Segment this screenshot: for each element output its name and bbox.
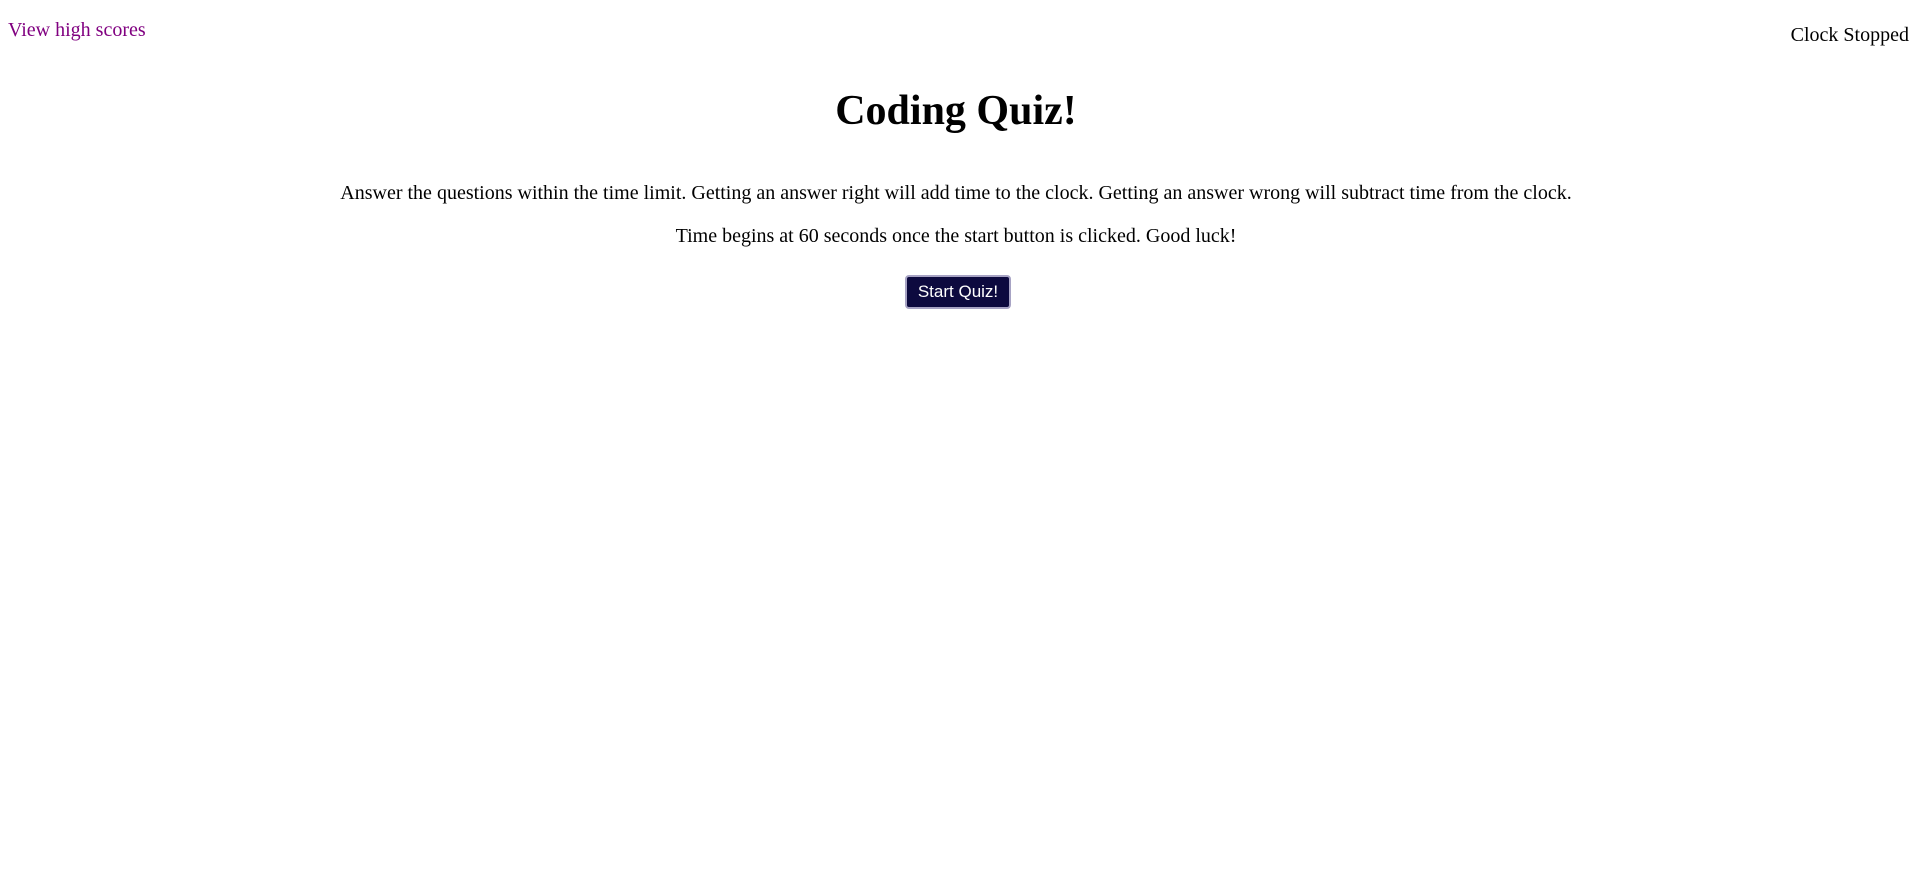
timer-instructions-text: Time begins at 60 seconds once the start… xyxy=(675,225,1237,247)
quiz-page: View high scores Clock Stopped Coding Qu… xyxy=(0,0,1912,894)
page-title: Coding Quiz! xyxy=(835,88,1077,134)
view-high-scores-link[interactable]: View high scores xyxy=(8,18,146,42)
top-bar: View high scores Clock Stopped xyxy=(0,0,1912,60)
clock-status: Clock Stopped xyxy=(1790,24,1909,46)
start-quiz-button[interactable]: Start Quiz! xyxy=(905,275,1011,309)
instructions-text: Answer the questions within the time lim… xyxy=(340,182,1572,204)
